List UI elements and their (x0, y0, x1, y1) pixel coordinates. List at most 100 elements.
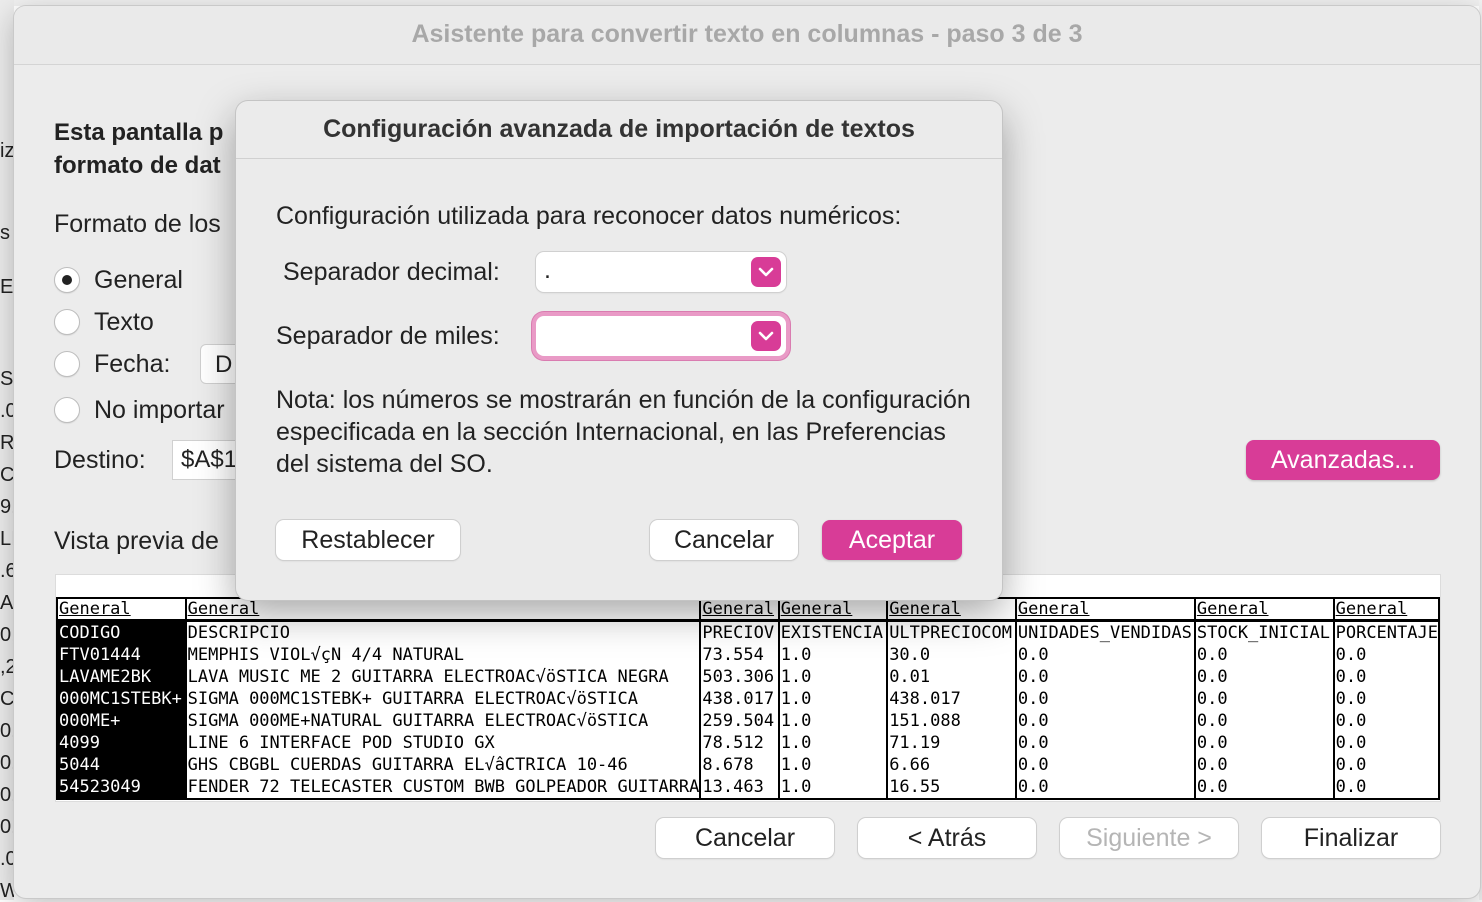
background-cell: 9. (0, 496, 14, 518)
background-cell: 0. (0, 720, 14, 742)
preview-cell: 0.0 (1014, 666, 1195, 688)
preview-cell: 438.017 (886, 688, 1016, 710)
preview-cell: 000MC1STEBK+ (56, 688, 186, 710)
preview-cell: 0.0 (1014, 776, 1195, 800)
background-cell: .6 (0, 560, 14, 582)
chevron-down-icon[interactable] (751, 321, 781, 351)
background-cell: E (0, 276, 14, 298)
text-radio-label[interactable]: Texto (94, 308, 154, 337)
preview-cell: 1.0 (777, 688, 888, 710)
preview-cell: LAVA MUSIC ME 2 GUITARRA ELECTROAC√öSTIC… (184, 666, 701, 688)
preview-row: 54523049 FENDER 72 TELECASTER CUSTOM BWB … (56, 776, 1440, 800)
preview-cell: 0.0 (1014, 688, 1195, 710)
thousands-separator-select[interactable] (536, 316, 786, 356)
wizard-instructions: Esta pantalla p formato de dat (54, 116, 244, 182)
preview-cell: LINE 6 INTERFACE POD STUDIO GX (184, 732, 701, 754)
advanced-import-settings-dialog: Configuración avanzada de importación de… (236, 101, 1002, 600)
preview-cell: ULTPRECIOCOM (886, 620, 1016, 644)
general-radio-label[interactable]: General (94, 266, 183, 295)
preview-table: General General General General General Gener… (56, 597, 1440, 800)
wizard-instructions-line2: formato de dat (54, 152, 221, 179)
next-button[interactable]: Siguiente > (1060, 818, 1238, 858)
reset-button[interactable]: Restablecer (276, 520, 460, 560)
chevron-down-icon[interactable] (751, 257, 781, 287)
date-radio[interactable] (54, 351, 80, 377)
background-cell: s (0, 222, 10, 244)
preview-label: Vista previa de (54, 527, 219, 555)
preview-cell: 151.088 (886, 710, 1016, 732)
preview-cell: 6.66 (886, 754, 1016, 776)
preview-cell: 0.0 (1014, 644, 1195, 666)
dialog-title: Configuración avanzada de importación de… (323, 115, 915, 143)
preview-cell: 0.0 (1193, 732, 1334, 754)
skip-column-radio[interactable] (54, 397, 80, 423)
decimal-separator-value: . (544, 256, 551, 284)
preview-column-format[interactable]: General (777, 597, 888, 622)
date-radio-label[interactable]: Fecha: (94, 350, 170, 379)
background-cell: CA (0, 464, 14, 486)
column-format-label: Formato de los (54, 210, 221, 238)
preview-cell: 503.306 (699, 666, 779, 688)
preview-cell: 0.0 (1193, 710, 1334, 732)
data-preview[interactable]: General General General General General Gener… (55, 574, 1441, 802)
preview-cell: 8.678 (699, 754, 779, 776)
preview-cell: 0.0 (1332, 710, 1440, 732)
preview-cell: 1.0 (777, 732, 888, 754)
wizard-cancel-button[interactable]: Cancelar (656, 818, 834, 858)
preview-cell: 0.0 (1014, 732, 1195, 754)
dialog-divider (236, 158, 1002, 159)
decimal-separator-select[interactable]: . (536, 252, 786, 292)
dialog-subtitle: Configuración utilizada para reconocer d… (276, 202, 902, 230)
advanced-button[interactable]: Avanzadas... (1246, 440, 1440, 480)
preview-cell: MEMPHIS VIOL√çN 4/4 NATURAL (184, 644, 701, 666)
preview-row: 4099 LINE 6 INTERFACE POD STUDIO GX 78.512… (56, 732, 1440, 754)
preview-column-format[interactable]: General (56, 597, 186, 622)
background-cell: W (0, 880, 14, 902)
preview-cell: 0.01 (886, 666, 1016, 688)
preview-row: 000ME+ SIGMA 000ME+NATURAL GUITARRA ELECT… (56, 710, 1440, 732)
preview-cell: 73.554 (699, 644, 779, 666)
preview-cell: PRECIOV (699, 620, 779, 644)
general-radio[interactable] (54, 267, 80, 293)
preview-cell: PORCENTAJE (1332, 620, 1440, 644)
accept-button[interactable]: Aceptar (822, 520, 962, 560)
skip-column-radio-label[interactable]: No importar (94, 396, 225, 425)
preview-cell: 0.0 (1332, 644, 1440, 666)
background-cell: C, (0, 688, 14, 710)
preview-cell: 0.0 (1193, 688, 1334, 710)
preview-cell: 1.0 (777, 710, 888, 732)
preview-cell: 0.0 (1332, 732, 1440, 754)
dialog-note: Nota: los números se mostrarán en funció… (276, 386, 971, 478)
preview-cell: 0.0 (1193, 666, 1334, 688)
preview-cell: 0.0 (1014, 754, 1195, 776)
preview-row: LAVAME2BK LAVA MUSIC ME 2 GUITARRA ELECTR… (56, 666, 1440, 688)
preview-cell: 1.0 (777, 754, 888, 776)
background-cell: 0, (0, 624, 14, 646)
back-button[interactable]: < Atrás (858, 818, 1036, 858)
preview-header-row: General General General General General Gener… (56, 597, 1440, 622)
preview-column-format[interactable]: General (1193, 597, 1334, 622)
finish-button[interactable]: Finalizar (1262, 818, 1440, 858)
background-cell: AI (0, 592, 14, 614)
preview-row: 000MC1STEBK+ SIGMA 000MC1STEBK+ GUITARRA … (56, 688, 1440, 710)
preview-column-format[interactable]: General (184, 597, 701, 622)
preview-column-format[interactable]: General (886, 597, 1016, 622)
preview-column-format[interactable]: General (699, 597, 779, 622)
preview-cell: 259.504 (699, 710, 779, 732)
dialog-cancel-button[interactable]: Cancelar (650, 520, 798, 560)
background-cell: .0 (0, 400, 14, 422)
background-cell: RA (0, 432, 14, 454)
preview-cell: 1.0 (777, 644, 888, 666)
preview-cell: 71.19 (886, 732, 1016, 754)
preview-cell: 4099 (56, 732, 186, 754)
preview-column-format[interactable]: General (1332, 597, 1440, 622)
preview-cell: 54523049 (56, 776, 186, 800)
window-titlebar: Asistente para convertir texto en column… (14, 6, 1480, 65)
preview-cell: 0.0 (1014, 710, 1195, 732)
text-radio[interactable] (54, 309, 80, 335)
background-cell: ,2 (0, 656, 14, 678)
preview-row: CODIGO DESCRIPCIO PRECIOV EXISTENCIA ULTPREC… (56, 620, 1440, 644)
preview-cell: 0.0 (1332, 688, 1440, 710)
preview-column-format[interactable]: General (1014, 597, 1195, 622)
background-cell: 0. (0, 816, 14, 838)
